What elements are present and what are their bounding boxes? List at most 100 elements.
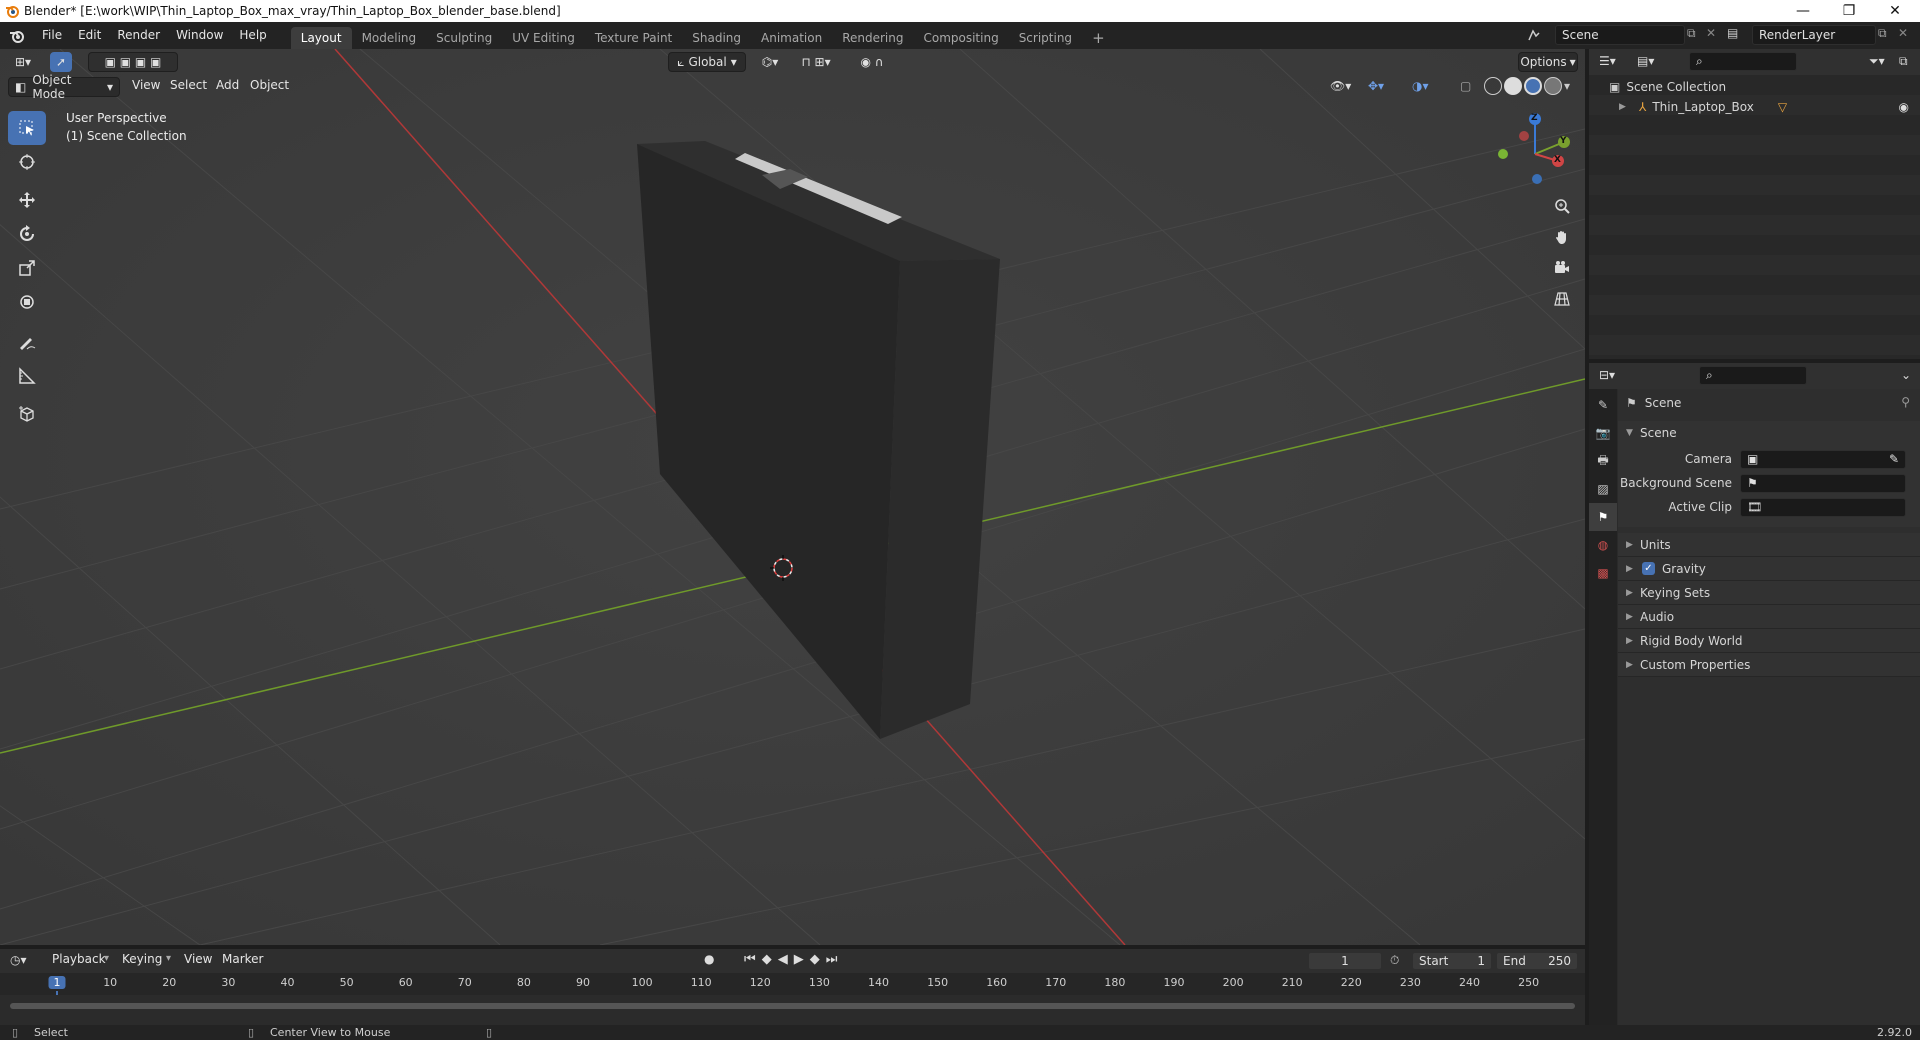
3d-viewport[interactable]: User Perspective (1) Scene Collection Z … bbox=[0, 49, 1585, 945]
blender-menu-icon[interactable] bbox=[0, 28, 34, 44]
zoom-icon[interactable] bbox=[1548, 192, 1576, 220]
menu-file[interactable]: File bbox=[34, 22, 70, 49]
solid-shading-icon[interactable] bbox=[1504, 77, 1522, 95]
xray-toggle-icon[interactable]: ▢ bbox=[1460, 79, 1471, 93]
select-mode-icon[interactable]: ➚ bbox=[50, 52, 72, 72]
camera-field[interactable]: ▣ ✎ bbox=[1740, 449, 1906, 469]
properties-search-input[interactable]: ⌕ bbox=[1699, 366, 1807, 385]
expand-arrow-icon[interactable]: ▶ bbox=[1619, 102, 1633, 112]
eyedropper-icon[interactable]: ✎ bbox=[1889, 452, 1899, 466]
perspective-toggle-icon[interactable] bbox=[1548, 285, 1576, 313]
scene-icon[interactable] bbox=[1525, 26, 1543, 44]
snap-icon[interactable]: ⊓ ⊞▾ bbox=[788, 52, 844, 72]
timeline-track-area[interactable] bbox=[0, 995, 1585, 1025]
rigid-body-world-panel-header[interactable]: ▶ Rigid Body World bbox=[1618, 629, 1920, 653]
jump-start-icon[interactable]: ⏮ bbox=[744, 952, 756, 967]
tool-tab-icon[interactable]: ✎ bbox=[1589, 391, 1617, 419]
cursor-tool-icon[interactable] bbox=[8, 145, 46, 179]
tab-compositing[interactable]: Compositing bbox=[913, 27, 1008, 49]
play-reverse-icon[interactable]: ◀ bbox=[778, 952, 788, 967]
camera-view-icon[interactable] bbox=[1548, 254, 1576, 282]
options-dropdown[interactable]: Options ▾ bbox=[1518, 52, 1578, 72]
gravity-panel-header[interactable]: ▶ ✓ Gravity bbox=[1618, 557, 1920, 581]
selection-modes-icon[interactable]: ▣ ▣ ▣ ▣ bbox=[88, 52, 178, 72]
delete-scene-icon[interactable]: ✕ bbox=[1706, 26, 1716, 40]
maximize-button[interactable]: ❐ bbox=[1826, 0, 1872, 22]
proportional-edit-icon[interactable]: ◉ ∩ bbox=[848, 52, 896, 72]
menu-render[interactable]: Render bbox=[109, 22, 168, 49]
outliner-search-input[interactable]: ⌕ bbox=[1689, 52, 1797, 71]
transform-orientation-dropdown[interactable]: ⟀ Global ▾ bbox=[668, 52, 746, 72]
keying-sets-panel-header[interactable]: ▶ Keying Sets bbox=[1618, 581, 1920, 605]
prev-keyframe-icon[interactable]: ◆ bbox=[762, 952, 772, 967]
tab-uv-editing[interactable]: UV Editing bbox=[502, 27, 585, 49]
outliner-scene-collection[interactable]: ▣ Scene Collection bbox=[1609, 77, 1726, 97]
measure-tool-icon[interactable] bbox=[8, 359, 46, 393]
tab-scripting[interactable]: Scripting bbox=[1009, 27, 1082, 49]
new-renderlayer-icon[interactable]: ⧉ bbox=[1878, 26, 1887, 41]
menu-window[interactable]: Window bbox=[168, 22, 231, 49]
tab-modeling[interactable]: Modeling bbox=[352, 27, 427, 49]
tab-shading[interactable]: Shading bbox=[682, 27, 751, 49]
background-scene-field[interactable]: ⚑ bbox=[1740, 473, 1906, 493]
close-button[interactable]: ✕ bbox=[1872, 0, 1918, 22]
end-frame-field[interactable]: End 250 bbox=[1496, 952, 1578, 970]
editor-type-icon[interactable]: ⊞▾ bbox=[8, 52, 38, 72]
stopwatch-icon[interactable]: ⏱ bbox=[1390, 953, 1399, 968]
renderlayer-selector[interactable]: RenderLayer bbox=[1752, 25, 1876, 45]
scene-tab-icon[interactable]: ⚑ bbox=[1589, 503, 1617, 531]
outliner-editor-icon[interactable]: ☰▾ bbox=[1599, 54, 1616, 68]
render-tab-icon[interactable]: 📷 bbox=[1589, 419, 1617, 447]
pin-icon[interactable]: ⚲ bbox=[1901, 395, 1910, 409]
audio-panel-header[interactable]: ▶ Audio bbox=[1618, 605, 1920, 629]
select-box-tool-icon[interactable] bbox=[8, 111, 46, 145]
pan-hand-icon[interactable] bbox=[1548, 223, 1576, 251]
texture-tab-icon[interactable]: ▩ bbox=[1589, 559, 1617, 587]
properties-editor-icon[interactable]: ⊟▾ bbox=[1599, 368, 1615, 382]
gizmo-toggle-icon[interactable]: ✥▾ bbox=[1368, 79, 1384, 93]
new-scene-icon[interactable]: ⧉ bbox=[1687, 26, 1696, 41]
tab-animation[interactable]: Animation bbox=[751, 27, 832, 49]
rotate-tool-icon[interactable] bbox=[8, 217, 46, 251]
display-mode-icon[interactable]: ▤▾ bbox=[1637, 54, 1654, 68]
menu-edit[interactable]: Edit bbox=[70, 22, 109, 49]
scene-section-header[interactable]: ▼ Scene bbox=[1626, 423, 1677, 443]
annotate-tool-icon[interactable] bbox=[8, 325, 46, 359]
add-workspace-button[interactable]: + bbox=[1082, 27, 1115, 49]
timeline-menu-keying[interactable]: Keying bbox=[114, 947, 170, 971]
timeline-editor-icon[interactable]: ◷▾ bbox=[10, 953, 27, 967]
menu-help[interactable]: Help bbox=[231, 22, 274, 49]
tab-rendering[interactable]: Rendering bbox=[832, 27, 913, 49]
view-layer-tab-icon[interactable]: ▨ bbox=[1589, 475, 1617, 503]
renderlayer-icon[interactable]: ▤ bbox=[1727, 26, 1738, 40]
visibility-eye-icon[interactable]: 👁▾ bbox=[1330, 79, 1351, 93]
timeline-ruler[interactable]: 1 10 20 30 40 50 60 70 80 90 100 110 120 130 140 150 160… bbox=[0, 973, 1585, 1021]
move-tool-icon[interactable] bbox=[8, 183, 46, 217]
play-icon[interactable]: ▶ bbox=[794, 952, 804, 967]
filter-icon[interactable]: ⏷▾ bbox=[1869, 54, 1885, 69]
next-keyframe-icon[interactable]: ◆ bbox=[810, 952, 820, 967]
new-collection-icon[interactable]: ⧉ bbox=[1899, 54, 1908, 69]
world-tab-icon[interactable]: ◍ bbox=[1589, 531, 1617, 559]
viewport-menu-object[interactable]: Object bbox=[242, 73, 297, 97]
start-frame-field[interactable]: Start 1 bbox=[1412, 952, 1492, 970]
mode-dropdown[interactable]: ◧ Object Mode ▾ bbox=[8, 73, 120, 101]
transform-tool-icon[interactable] bbox=[8, 285, 46, 319]
output-tab-icon[interactable]: 🖶 bbox=[1589, 447, 1617, 475]
tab-layout[interactable]: Layout bbox=[290, 27, 352, 49]
pivot-point-icon[interactable]: ⌬▾ bbox=[756, 52, 784, 72]
wireframe-shading-icon[interactable] bbox=[1484, 77, 1502, 95]
delete-renderlayer-icon[interactable]: ✕ bbox=[1898, 26, 1908, 40]
custom-properties-panel-header[interactable]: ▶ Custom Properties bbox=[1618, 653, 1920, 677]
current-frame-field[interactable]: 1 bbox=[1308, 952, 1382, 970]
timeline-menu-marker[interactable]: Marker bbox=[214, 947, 271, 971]
gravity-checkbox[interactable]: ✓ bbox=[1642, 562, 1655, 575]
units-panel-header[interactable]: ▶ Units bbox=[1618, 533, 1920, 557]
tab-texture-paint[interactable]: Texture Paint bbox=[585, 27, 682, 49]
scale-tool-icon[interactable] bbox=[8, 251, 46, 285]
chevron-down-icon[interactable]: ▾ bbox=[1564, 77, 1570, 95]
jump-end-icon[interactable]: ⏭ bbox=[826, 952, 838, 967]
rendered-shading-icon[interactable] bbox=[1544, 77, 1562, 95]
add-cube-tool-icon[interactable] bbox=[8, 397, 46, 431]
tab-sculpting[interactable]: Sculpting bbox=[426, 27, 502, 49]
